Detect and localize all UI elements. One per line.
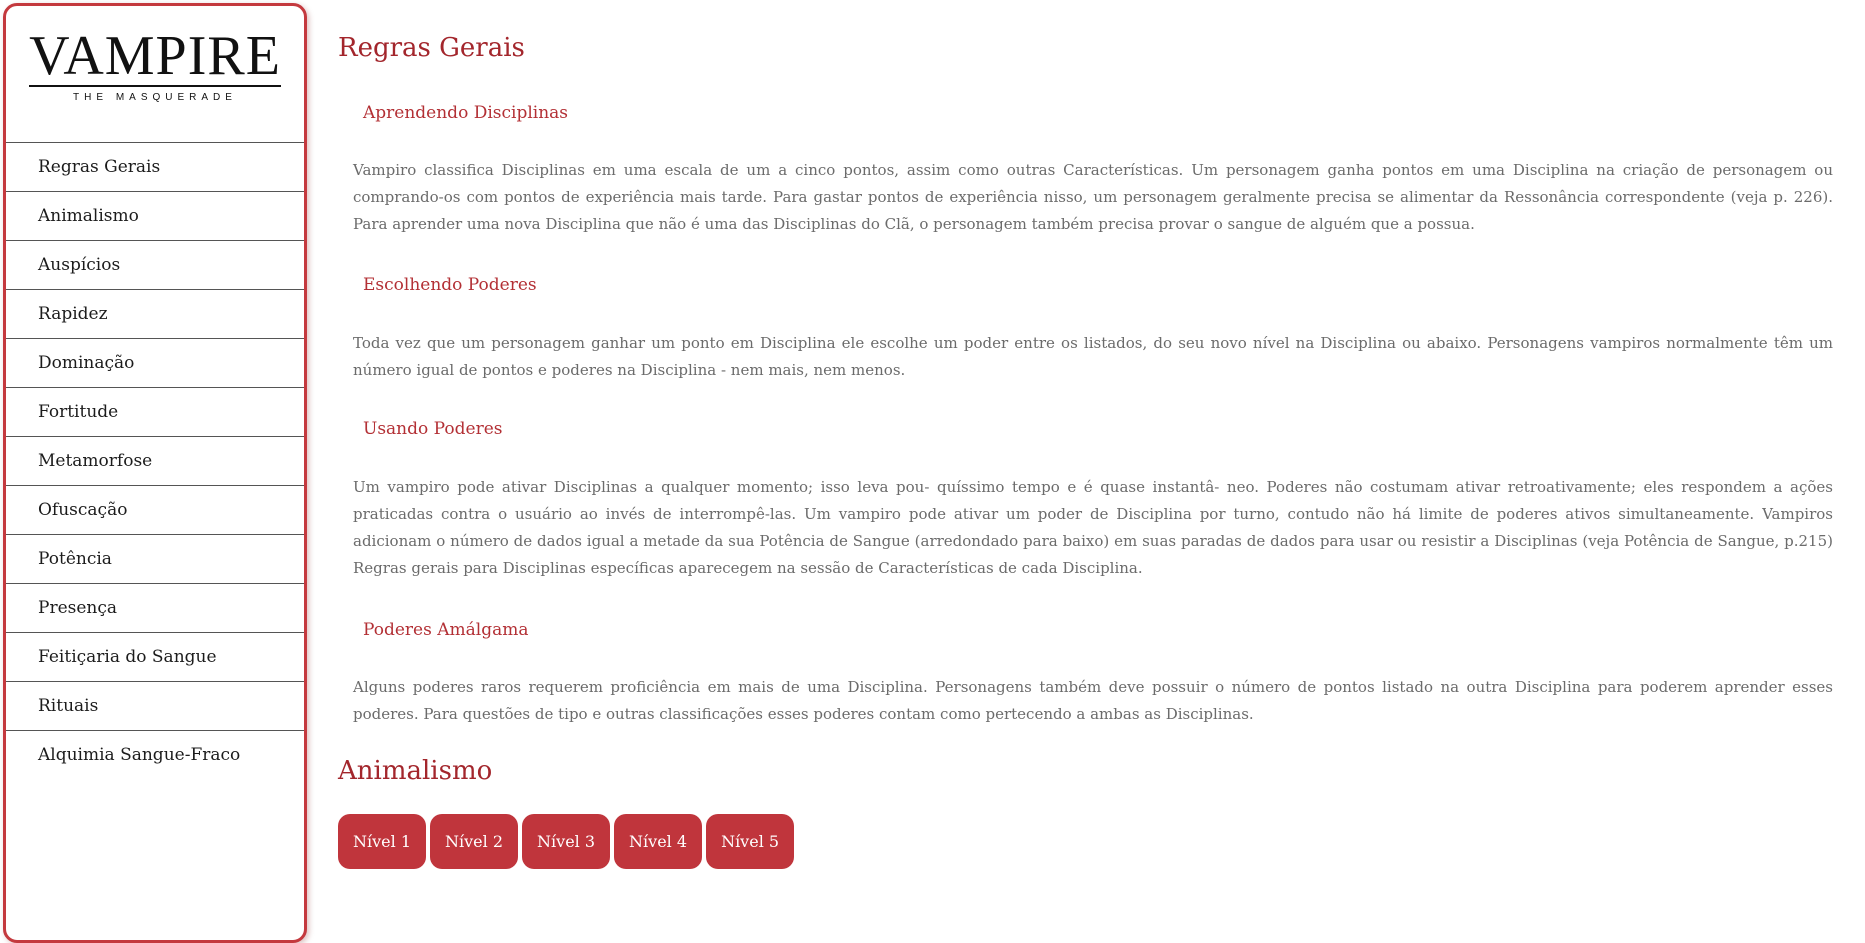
sidebar-item-rituais[interactable]: Rituais xyxy=(6,682,304,731)
aprendendo-disciplinas-title: Aprendendo Disciplinas xyxy=(363,103,569,123)
aprendendo-disciplinas-text: Vampiro classifica Disciplinas em uma es… xyxy=(353,161,1833,233)
sidebar-item-auspicios[interactable]: Auspícios xyxy=(6,241,304,290)
escolhendo-poderes-title: Escolhendo Poderes xyxy=(363,275,537,295)
regras-gerais-title: Regras Gerais xyxy=(338,33,525,63)
logo-title: VAMPIRE xyxy=(29,25,281,87)
sidebar: VAMPIRE THE MASQUERADE Regras Gerais Ani… xyxy=(3,3,307,943)
level-1-button[interactable]: Nível 1 xyxy=(338,814,427,869)
sidebar-item-metamorfose[interactable]: Metamorfose xyxy=(6,437,304,486)
usando-poderes-title: Usando Poderes xyxy=(363,419,503,439)
poderes-amalgama-text: Alguns poderes raros requerem proficiênc… xyxy=(353,678,1833,723)
sidebar-item-rapidez[interactable]: Rapidez xyxy=(6,290,304,339)
vampire-logo[interactable]: VAMPIRE THE MASQUERADE xyxy=(6,6,304,143)
level-5-button[interactable]: Nível 5 xyxy=(706,814,795,869)
sidebar-item-presenca[interactable]: Presença xyxy=(6,584,304,633)
sidebar-item-animalismo[interactable]: Animalismo xyxy=(6,192,304,241)
logo-divider xyxy=(29,85,281,87)
level-4-button[interactable]: Nível 4 xyxy=(614,814,703,869)
escolhendo-poderes-text: Toda vez que um personagem ganhar um pon… xyxy=(353,334,1833,379)
sidebar-nav: Regras Gerais Animalismo Auspícios Rapid… xyxy=(6,143,304,779)
sidebar-item-dominacao[interactable]: Dominação xyxy=(6,339,304,388)
sidebar-item-ofuscacao[interactable]: Ofuscação xyxy=(6,486,304,535)
level-button-group: Nível 1 Nível 2 Nível 3 Nível 4 Nível 5 xyxy=(338,814,795,869)
sidebar-item-alquimia-sangue-fraco[interactable]: Alquimia Sangue-Fraco xyxy=(6,731,304,779)
usando-poderes-text: Um vampiro pode ativar Disciplinas a qua… xyxy=(353,478,1833,577)
sidebar-item-fortitude[interactable]: Fortitude xyxy=(6,388,304,437)
logo-subtitle: THE MASQUERADE xyxy=(73,92,237,103)
poderes-amalgama-title: Poderes Amálgama xyxy=(363,620,529,640)
sidebar-item-feiticaria-do-sangue[interactable]: Feitiçaria do Sangue xyxy=(6,633,304,682)
sidebar-item-regras-gerais[interactable]: Regras Gerais xyxy=(6,143,304,192)
animalismo-title: Animalismo xyxy=(338,756,493,786)
level-2-button[interactable]: Nível 2 xyxy=(430,814,519,869)
level-3-button[interactable]: Nível 3 xyxy=(522,814,611,869)
sidebar-item-potencia[interactable]: Potência xyxy=(6,535,304,584)
